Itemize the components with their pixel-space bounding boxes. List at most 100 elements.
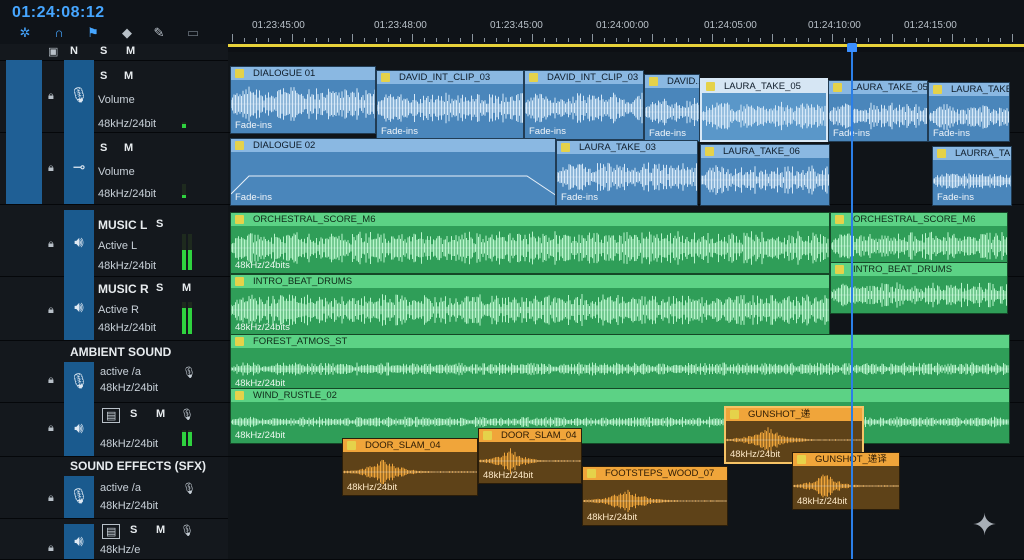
caption-icon[interactable]: ▭ [186, 26, 200, 40]
ruler-tick [460, 38, 461, 42]
ruler-label: 01:23:45:00 [252, 20, 305, 31]
ruler-tick [904, 38, 905, 42]
time-ruler[interactable]: 01:23:45:00 01:23:48:00 01:23:45:00 01:2… [228, 0, 1024, 45]
audio-clip[interactable]: FOOTSTEPS_WOOD_07 48kHz/24bit [582, 466, 728, 526]
lock-icon[interactable]: 🔒︎ [48, 374, 54, 387]
audio-clip[interactable]: LAURA_TAKE_05 Fade-ins [828, 80, 928, 142]
ruler-tick [724, 38, 725, 42]
audio-clip[interactable]: DAVID... Fade-ins [644, 74, 700, 142]
lock-icon[interactable]: 🔒︎ [48, 238, 54, 251]
audio-clip[interactable]: DAVID_INT_CLIP_03 Fade-ins [524, 70, 644, 140]
volume-label[interactable]: Volume [98, 94, 135, 106]
clip-name: DIALOGUE 01 [253, 68, 316, 79]
ruler-tick [736, 38, 737, 42]
playhead-line[interactable] [851, 52, 853, 559]
audio-clip[interactable]: DIALOGUE 02 Fade-ins [230, 138, 556, 206]
solo-button[interactable]: S [100, 45, 107, 57]
ruler-tick [676, 38, 677, 42]
playhead-timecode[interactable]: 01:24:08:12 [12, 4, 105, 22]
clip-name: LAURA_TAKE_05 [951, 84, 1009, 95]
lock-icon[interactable]: 🔒︎ [48, 304, 54, 317]
timeline-tracks-area[interactable]: DIALOGUE 01 Fade-ins DAVID_INT_CLIP_03 F… [228, 52, 1024, 560]
sync-icon[interactable]: ▤ [102, 524, 121, 539]
lock-icon[interactable]: 🔒︎ [48, 162, 54, 175]
mute-button[interactable]: M [156, 524, 165, 536]
track-name[interactable]: MUSIC R [98, 282, 149, 296]
track-header-music-r: 🔒︎ 🔊︎ MUSIC R S M Active R 48kHz/24bit [0, 276, 228, 341]
audio-clip[interactable]: DOOR_SLAM_04 48kHz/24bit [342, 438, 478, 496]
marker-icon[interactable]: ⚑ [86, 26, 100, 40]
ruler-tick [820, 38, 821, 42]
boom-mic-icon[interactable]: ⊸ [64, 132, 94, 204]
lock-icon[interactable]: ▣ [48, 45, 58, 58]
ruler-tick [376, 38, 377, 42]
clip-name: DAVID... [667, 76, 699, 87]
clip-name: DOOR_SLAM_04 [365, 440, 441, 451]
link-icon[interactable]: ∩ [52, 26, 66, 40]
audio-clip[interactable]: ORCHESTRAL_SCORE_M6 48kHz/24bits [230, 212, 830, 274]
input-mic-icon[interactable]: 🎙︎ [182, 366, 196, 379]
input-mic-icon[interactable]: 🎙︎ [180, 408, 194, 421]
solo-button[interactable]: S [156, 282, 163, 294]
ruler-tick [364, 38, 365, 42]
lock-icon[interactable]: 🔒︎ [48, 542, 54, 555]
ruler-tick [496, 38, 497, 42]
audio-clip[interactable]: LAURA_TAKE_06 [700, 144, 830, 206]
audio-clip[interactable]: INTRO_BEAT_DRUMS 48kHz/24bits [230, 274, 830, 336]
mute-button[interactable]: M [126, 45, 135, 57]
speaker-icon[interactable]: 🔊︎ [64, 402, 94, 456]
audio-clip-selected[interactable]: LAURA_TAKE_05 [700, 78, 828, 142]
clip-name: INTRO_BEAT_DRUMS [253, 276, 353, 287]
lock-icon[interactable]: 🔒︎ [48, 422, 54, 435]
microphone-icon[interactable]: 🎙︎ [64, 60, 94, 132]
speaker-icon[interactable]: 🔊︎ [64, 524, 94, 559]
input-mic-icon[interactable]: 🎙︎ [180, 524, 194, 537]
audio-clip[interactable]: DOOR_SLAM_04 48kHz/24bit [478, 428, 582, 484]
sync-icon[interactable]: ▤ [102, 408, 121, 423]
audio-clip[interactable]: GUNSHOT_递译 48kHz/24bit [792, 452, 900, 510]
track-header-sfx-2: 🔒︎ 🔊︎ ▤ S M 🎙︎ 48kHz/e [0, 518, 228, 560]
solo-button[interactable]: S [130, 524, 137, 536]
audio-clip[interactable]: ORCHESTRAL_SCORE_M6 [830, 212, 1008, 266]
input-mic-icon[interactable]: 🎙︎ [182, 482, 196, 495]
speaker-icon[interactable]: 🔊︎ [64, 276, 94, 340]
audio-clip[interactable]: INTRO_BEAT_DRUMS [830, 262, 1008, 314]
lock-icon[interactable]: 🔒︎ [48, 492, 54, 505]
solo-button[interactable]: S [156, 218, 163, 230]
track-header-panel: ▣ N S M 🔒︎ 🎙︎ S M Volume 48kHz/24bit 🔒︎ … [0, 44, 228, 560]
speaker-icon[interactable]: 🔊︎ [64, 210, 94, 276]
group-name[interactable]: SOUND EFFECTS (SFX) [70, 459, 206, 473]
snap-icon[interactable]: ✲ [18, 26, 32, 40]
group-name[interactable]: AMBIENT SOUND [70, 345, 171, 359]
audio-clip[interactable]: DIALOGUE 01 Fade-ins [230, 66, 376, 134]
mute-button[interactable]: M [124, 142, 133, 154]
lock-icon[interactable]: 🔒︎ [48, 90, 54, 103]
track-targeting-icon[interactable]: N [70, 45, 78, 57]
keyframe-icon[interactable]: ◆ [120, 26, 134, 40]
mute-button[interactable]: M [124, 70, 133, 82]
audio-clip[interactable]: WIND_RUSTLE_02 48kHz/24bit [230, 388, 1010, 444]
work-area-bar[interactable] [228, 44, 1024, 47]
mute-button[interactable]: M [182, 282, 191, 294]
clip-name: LAURA_TAKE_06 [723, 146, 800, 157]
track-name[interactable]: MUSIC L [98, 218, 147, 232]
audio-clip[interactable]: LAURA_TAKE_03 Fade-ins [556, 140, 698, 206]
audio-clip[interactable]: FOREST_ATMOS_ST 48kHz/24bit [230, 334, 1010, 392]
audio-clip[interactable]: LAURRA_TAKE_05 Fade-ins [932, 146, 1012, 206]
microphone-icon[interactable]: 🎙︎ [64, 362, 94, 402]
ruler-tick [256, 38, 257, 42]
fade-curve[interactable] [231, 175, 556, 196]
ruler-label: 01:23:48:00 [374, 20, 427, 31]
audio-clip[interactable]: DAVID_INT_CLIP_03 Fade-ins [376, 70, 524, 140]
microphone-icon[interactable]: 🎙︎ [64, 476, 94, 518]
ruler-tick [508, 38, 509, 42]
solo-button[interactable]: S [100, 142, 107, 154]
wrench-icon[interactable]: ✎ [152, 26, 166, 40]
audio-clip[interactable]: LAURA_TAKE_05 Fade-ins [928, 82, 1010, 142]
volume-label[interactable]: Volume [98, 166, 135, 178]
solo-button[interactable]: S [100, 70, 107, 82]
solo-button[interactable]: S [130, 408, 137, 420]
ruler-tick [988, 38, 989, 42]
ruler-label: 01:24:10:00 [808, 20, 861, 31]
mute-button[interactable]: M [156, 408, 165, 420]
